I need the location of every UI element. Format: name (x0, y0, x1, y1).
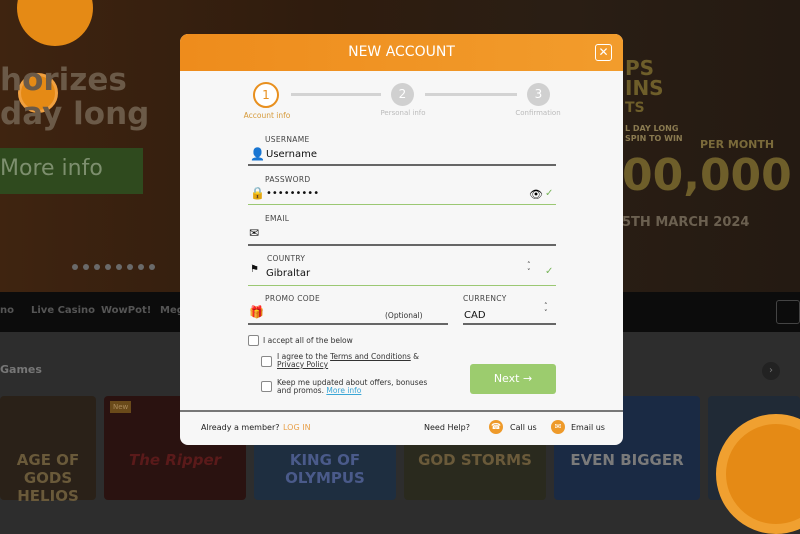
valid-check-icon: ✓ (545, 266, 554, 277)
updates-label: Keep me updated about offers, bonuses and… (277, 378, 428, 395)
privacy-link[interactable]: Privacy Policy (277, 360, 328, 369)
new-account-modal: NEW ACCOUNT ✕ 1 2 3 Account info Persona… (180, 34, 623, 445)
email-icon[interactable]: ✉ (551, 420, 565, 434)
step-1: 1 (253, 82, 279, 108)
promo-banner: PS INS TS L DAY LONG SPIN TO WIN (625, 56, 683, 143)
scroll-right-icon[interactable]: › (762, 362, 780, 380)
country-underline (248, 285, 556, 286)
country-select[interactable]: Gibraltar (266, 268, 536, 282)
password-label: PASSWORD (265, 175, 311, 184)
country-label: COUNTRY (267, 254, 306, 263)
currency-underline (463, 323, 556, 325)
step-3: 3 (527, 83, 550, 106)
updates-checkbox[interactable] (261, 381, 272, 392)
hero-headline: day long (0, 96, 150, 132)
need-help-text: Need Help? (424, 423, 470, 432)
promo-underline (248, 323, 448, 325)
hero-headline: horizes (0, 62, 127, 98)
step-connector (291, 93, 381, 96)
lock-icon: 🔒 (250, 186, 265, 200)
login-link[interactable]: LOG IN (283, 423, 311, 432)
password-underline (248, 204, 556, 205)
accept-all-checkbox[interactable] (248, 335, 259, 346)
step-1-label: Account info (243, 111, 291, 120)
footer-divider (180, 410, 623, 412)
currency-select[interactable]: CAD (464, 310, 554, 324)
username-label: USERNAME (265, 135, 310, 144)
nav-item-live-casino[interactable]: Live Casino (31, 305, 95, 316)
next-button[interactable]: Next → (470, 364, 556, 394)
select-chevron-icon[interactable]: ˄ ˅ (527, 262, 531, 276)
flag-icon: ⚑ (250, 264, 259, 275)
nav-item-wowpot[interactable]: WowPot! (101, 305, 151, 316)
envelope-icon: ✉ (249, 226, 260, 240)
step-2: 2 (391, 83, 414, 106)
promo-date: 5TH MARCH 2024 (622, 215, 750, 230)
promo-code-label: PROMO CODE (265, 294, 321, 303)
nav-grid-button[interactable] (776, 300, 800, 324)
call-us-link[interactable]: Call us (510, 423, 537, 432)
section-title: Games (0, 363, 42, 376)
step-3-label: Confirmation (515, 109, 561, 117)
valid-check-icon: ✓ (545, 188, 554, 199)
hero-more-info-button[interactable]: More info (0, 148, 143, 194)
password-input[interactable]: ••••••••• (266, 188, 516, 202)
promo-optional-placeholder: (Optional) (385, 311, 423, 320)
select-chevron-icon[interactable]: ˄ ˅ (544, 303, 548, 317)
close-icon[interactable]: ✕ (595, 44, 612, 61)
currency-label: CURRENCY (463, 294, 507, 303)
modal-title: NEW ACCOUNT (180, 34, 623, 71)
step-2-label: Personal info (380, 109, 426, 117)
game-tile[interactable]: AGE OF GODS HELIOS (0, 396, 96, 505)
carousel-dots[interactable] (72, 264, 155, 270)
username-underline (248, 164, 556, 166)
promo-amount: 00,000 (622, 150, 792, 201)
email-us-link[interactable]: Email us (571, 423, 605, 432)
email-underline (248, 244, 556, 246)
terms-link[interactable]: Terms and Conditions (330, 352, 411, 361)
email-label: EMAIL (265, 214, 290, 223)
gift-icon: 🎁 (249, 305, 264, 319)
terms-label: I agree to the Terms and Conditions & Pri… (277, 352, 419, 369)
headset-icon[interactable]: ☎ (489, 420, 503, 434)
already-member-text: Already a member? (201, 423, 280, 432)
accept-all-label: I accept all of the below (263, 336, 353, 345)
user-icon: 👤 (250, 147, 265, 161)
username-input[interactable]: Username (266, 149, 556, 163)
nav-item-casino[interactable]: no (0, 305, 14, 316)
email-input[interactable] (266, 228, 556, 242)
step-connector (425, 93, 517, 96)
more-info-link[interactable]: More info (326, 386, 361, 395)
terms-checkbox[interactable] (261, 356, 272, 367)
show-password-eye-icon[interactable]: 👁 (529, 188, 543, 201)
